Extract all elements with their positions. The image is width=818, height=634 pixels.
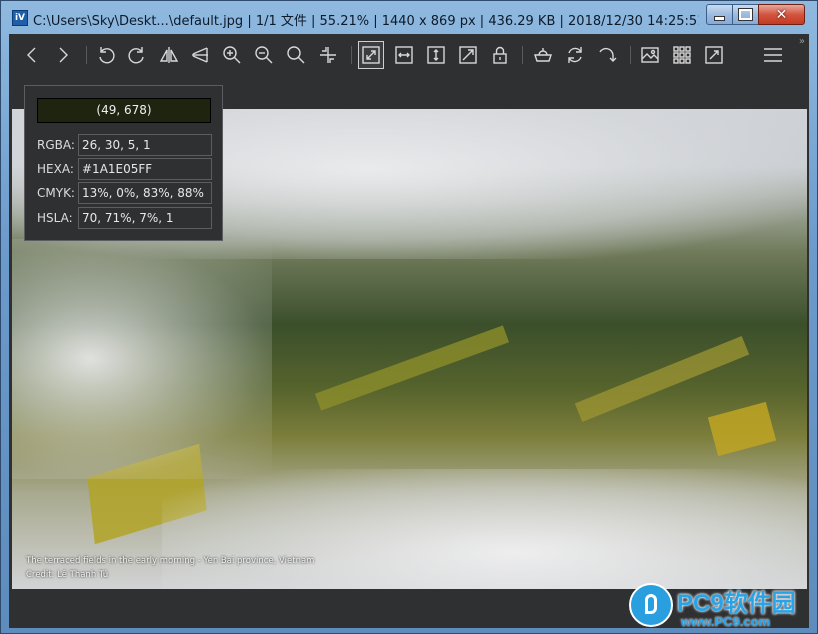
zoom-fit-icon — [287, 46, 305, 64]
toolbar-separator — [630, 46, 631, 64]
toolbar-separator — [522, 46, 523, 64]
rotate-right-button[interactable] — [124, 41, 150, 69]
lock-zoom-icon — [493, 46, 507, 64]
zoom-in-button[interactable] — [219, 41, 245, 69]
watermark-url: www.PC9.com — [681, 614, 771, 629]
goto-icon — [599, 47, 617, 62]
minimize-icon — [714, 16, 725, 21]
app-window: iV C:\Users\Sky\Deskt...\default.jpg | 1… — [0, 0, 818, 634]
minimize-button[interactable] — [706, 4, 733, 25]
close-icon: ✕ — [775, 6, 788, 23]
close-button[interactable]: ✕ — [758, 4, 805, 25]
photo-terrace — [707, 401, 777, 457]
lock-zoom-button[interactable] — [487, 41, 513, 69]
fit-height-button[interactable] — [423, 41, 449, 69]
rgba-label: RGBA: — [37, 138, 75, 152]
hexa-label: HEXA: — [37, 162, 74, 176]
cmyk-value-field[interactable]: 13%, 0%, 83%, 88% — [78, 182, 212, 204]
main-menu-button[interactable] — [759, 41, 787, 69]
app-icon[interactable]: iV — [12, 10, 28, 26]
flip-vertical-button[interactable] — [187, 41, 213, 69]
next-image-button[interactable] — [50, 41, 76, 69]
site-watermark: PC9软件园 www.PC9.com — [627, 583, 811, 633]
gallery-icon — [641, 47, 659, 63]
flip-horizontal-button[interactable] — [156, 41, 182, 69]
previous-image-button[interactable] — [19, 41, 45, 69]
zoom-out-icon — [255, 46, 273, 64]
toolbar: » — [9, 34, 809, 76]
color-row-hexa: HEXA: #1A1E05FF — [37, 158, 213, 180]
hexa-value-field[interactable]: #1A1E05FF — [78, 158, 212, 180]
fullscreen-icon — [705, 46, 723, 64]
thumbnail-grid-button[interactable] — [669, 41, 695, 69]
rotate-right-icon — [128, 47, 144, 64]
fit-width-button[interactable] — [391, 41, 417, 69]
flip-vertical-icon — [192, 47, 208, 63]
zoom-in-icon — [223, 46, 241, 64]
cmyk-label: CMYK: — [37, 186, 75, 200]
color-row-rgba: RGBA: 26, 30, 5, 1 — [37, 134, 213, 156]
window-title: C:\Users\Sky\Deskt...\default.jpg | 1/1 … — [33, 14, 699, 28]
actual-size-icon — [320, 47, 336, 63]
arrow-right-icon — [59, 47, 68, 63]
fullscreen-button[interactable] — [701, 41, 727, 69]
checkerboard-icon — [534, 48, 552, 62]
hsla-label: HSLA: — [37, 211, 73, 225]
rotate-left-icon — [99, 47, 115, 64]
photo-caption: The terraced fields in the early morning… — [26, 554, 314, 582]
toolbar-overflow-button[interactable]: » — [799, 36, 805, 47]
flip-horizontal-icon — [159, 47, 179, 63]
zoom-fit-button[interactable] — [283, 41, 309, 69]
arrow-left-icon — [27, 47, 36, 63]
photo-caption-title: The terraced fields in the early morning… — [26, 556, 315, 566]
title-bar[interactable]: iV C:\Users\Sky\Deskt...\default.jpg | 1… — [1, 1, 817, 35]
zoom-out-button[interactable] — [251, 41, 277, 69]
actual-size-button[interactable] — [315, 41, 341, 69]
checkerboard-button[interactable] — [530, 41, 556, 69]
photo-caption-credit: Credit: Lê Thanh Tú — [26, 570, 109, 580]
maximize-icon — [738, 8, 753, 21]
rotate-left-button[interactable] — [93, 41, 119, 69]
scale-to-fill-icon — [459, 46, 477, 64]
photo-terrace — [314, 325, 510, 411]
hsla-value-field[interactable]: 70, 71%, 7%, 1 — [78, 207, 212, 229]
thumbnail-grid-icon — [673, 46, 691, 64]
refresh-button[interactable] — [562, 41, 588, 69]
photo-mist — [12, 239, 272, 479]
fit-width-icon — [395, 46, 413, 64]
auto-fit-button[interactable] — [358, 41, 384, 69]
toolbar-separator — [86, 46, 87, 64]
maximize-button[interactable] — [732, 4, 759, 25]
goto-image-button[interactable] — [594, 41, 620, 69]
color-row-cmyk: CMYK: 13%, 0%, 83%, 88% — [37, 182, 213, 204]
toolbar-separator — [351, 46, 352, 64]
photo-terrace — [574, 336, 750, 422]
auto-fit-icon — [362, 46, 380, 64]
refresh-icon — [568, 47, 582, 63]
scale-to-fill-button[interactable] — [455, 41, 481, 69]
cursor-coordinates: (49, 678) — [37, 98, 211, 123]
watermark-brand: PC9软件园 — [677, 590, 796, 617]
watermark-logo-icon — [629, 583, 673, 627]
rgba-value-field[interactable]: 26, 30, 5, 1 — [78, 134, 212, 156]
fit-height-icon — [427, 46, 445, 64]
color-picker-panel: (49, 678) RGBA: 26, 30, 5, 1 HEXA: #1A1E… — [24, 85, 223, 241]
color-row-hsla: HSLA: 70, 71%, 7%, 1 — [37, 207, 213, 229]
menu-icon — [764, 48, 782, 62]
gallery-button[interactable] — [637, 41, 663, 69]
